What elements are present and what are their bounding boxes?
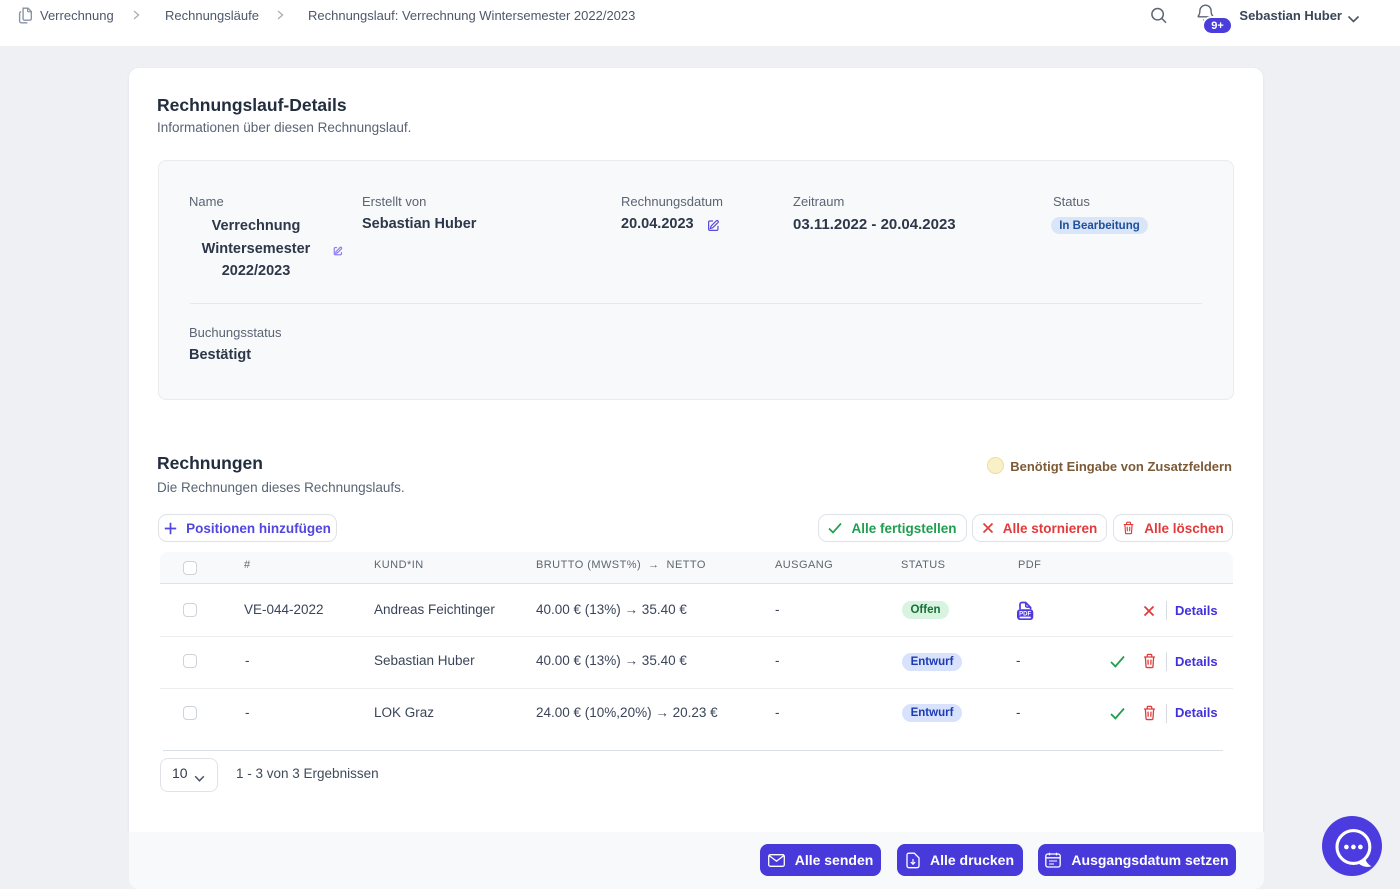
svg-text:PDF: PDF <box>1019 611 1031 617</box>
